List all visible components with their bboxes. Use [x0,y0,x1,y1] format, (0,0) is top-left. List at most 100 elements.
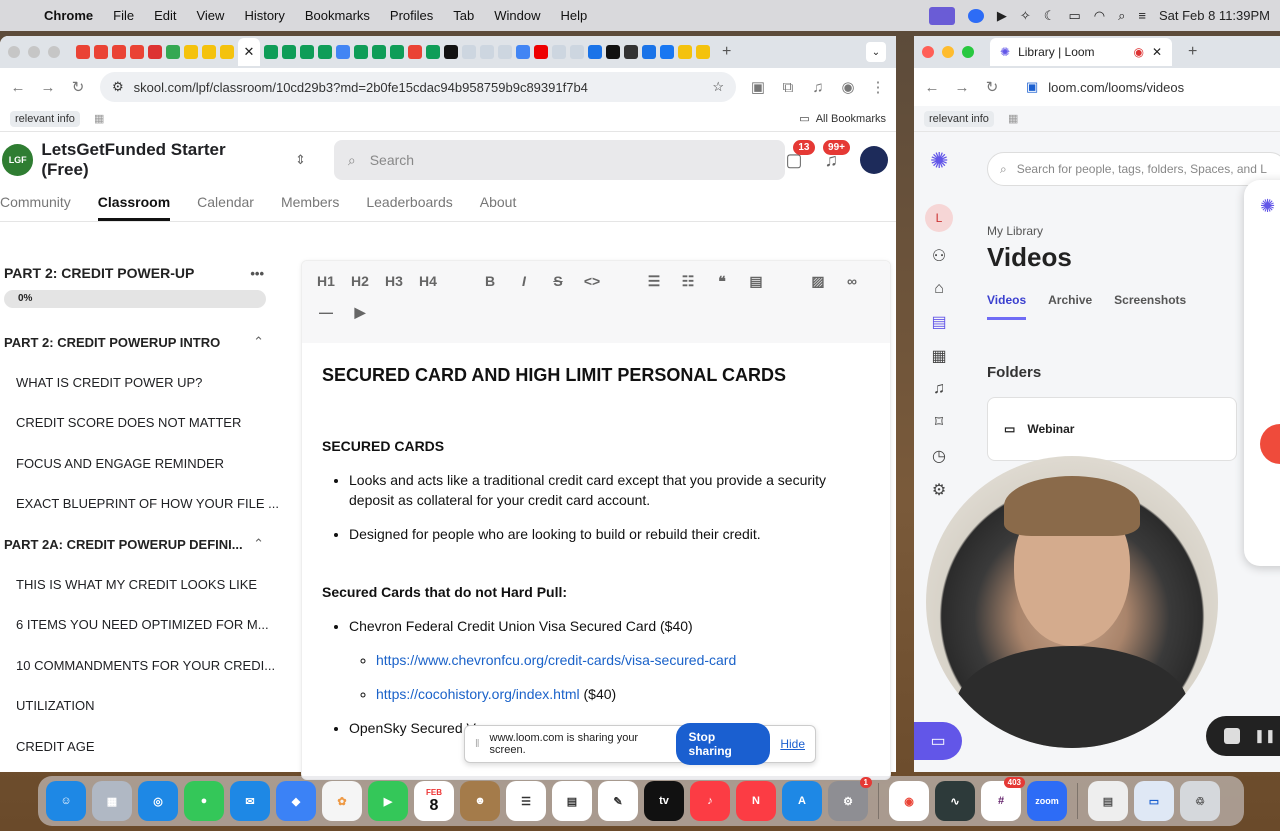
tiktok-tab-icon[interactable] [606,45,620,59]
bell-icon[interactable]: ♫ [930,380,948,398]
tab-classroom[interactable]: Classroom [97,188,171,221]
minimize-window-button[interactable] [942,46,954,58]
reminders-icon[interactable]: ☰ [506,781,546,821]
activity-monitor-icon[interactable]: ∿ [935,781,975,821]
play-circle-icon[interactable]: ▶ [997,8,1007,24]
zoom-menubar-icon[interactable] [967,8,984,23]
workspace-avatar[interactable]: L [925,204,953,232]
wifi-icon[interactable]: ◠ [1094,8,1105,24]
back-arrow-icon[interactable]: ← [10,79,26,96]
apple-tv-icon[interactable]: tv [644,781,684,821]
active-tab-close-icon[interactable]: ✕ [238,38,260,66]
chevron-up-icon[interactable]: ⌃ [253,334,264,350]
link-icon[interactable]: ∞ [842,273,862,290]
menu-app[interactable]: Chrome [44,8,93,23]
lesson-item[interactable]: FOCUS AND ENGAGE REMINDER [0,443,280,484]
mail-icon[interactable]: ✉ [230,781,270,821]
google-tab-icon[interactable] [516,45,530,59]
menu-history[interactable]: History [244,8,284,23]
drive-tab-icon[interactable] [336,45,350,59]
star-tab-icon[interactable] [148,45,162,59]
apps-grid-icon[interactable]: ▦ [1008,112,1018,125]
new-tab-plus-icon[interactable]: + [722,43,731,61]
group-logo[interactable]: LGF [2,144,34,176]
tab-search-chevron-icon[interactable]: ⌄ [866,42,886,62]
slack-icon[interactable]: #403 [981,777,1025,821]
numbered-list-icon[interactable]: ☷ [678,273,698,290]
lesson-item[interactable]: THIS IS WHAT MY CREDIT LOOKS LIKE [0,564,280,605]
lesson-item[interactable]: CREDIT AGE [0,726,280,767]
settings-gear-icon[interactable]: ⚙ [930,480,948,500]
menu-profiles[interactable]: Profiles [390,8,433,23]
sheets-tab-icon[interactable] [318,45,332,59]
chevron-up-icon[interactable]: ⌃ [253,536,264,552]
zoom-window-button[interactable] [962,46,974,58]
facebook-tab-icon[interactable] [660,45,674,59]
library-icon[interactable]: ▤ [930,312,948,332]
quote-icon[interactable]: ❝ [712,273,732,290]
slides-tab-icon[interactable] [202,45,216,59]
battery-icon[interactable]: ▭ [1068,8,1080,24]
freeform-icon[interactable]: ✎ [598,781,638,821]
gmail-tab-icon[interactable] [130,45,144,59]
notes-icon[interactable]: ▤ [552,781,592,821]
slides-tab-icon[interactable] [220,45,234,59]
forward-arrow-icon[interactable]: → [40,79,56,96]
bank-tab-icon[interactable] [642,45,656,59]
tab-leaderboards[interactable]: Leaderboards [366,188,452,221]
home-icon[interactable]: ⌂ [930,280,948,298]
h1-button[interactable]: H1 [316,273,336,290]
news-icon[interactable]: N [736,781,776,821]
bullet-list-icon[interactable]: ☰ [644,273,664,290]
puzzle-extensions-icon[interactable]: ⧉ [780,79,796,96]
calendar-icon[interactable]: FEB 8 [414,781,454,821]
facetime-icon[interactable]: ▶ [368,781,408,821]
clock-datetime[interactable]: Sat Feb 8 11:39PM [1159,8,1270,23]
drag-handle-icon[interactable]: ‖ [475,738,480,750]
stop-recording-icon[interactable] [1224,728,1240,744]
slides-tab-icon[interactable] [696,45,710,59]
launchpad-icon[interactable]: ▦ [92,781,132,821]
pause-icon[interactable]: ❚❚ [1254,728,1276,744]
lesson-item[interactable]: 6 ITEMS YOU NEED OPTIMIZED FOR M... [0,605,280,646]
chrome-icon[interactable]: ◉ [889,781,929,821]
music-icon[interactable]: ♪ [690,781,730,821]
minimize-window-button[interactable] [28,46,40,58]
screen-share-status-icon[interactable] [928,6,955,25]
sheets-tab-icon[interactable] [264,45,278,59]
media-control-icon[interactable]: ♫ [810,79,826,96]
lesson-item[interactable]: CREDIT SCORE DOES NOT MATTER [0,403,280,444]
section-header[interactable]: PART 2A: CREDIT POWERUP DEFINI... ⌃ [0,524,290,564]
extension-icon[interactable]: ▣ [750,78,766,96]
webcam-bubble[interactable] [926,456,1218,748]
section-header[interactable]: PART 2: CREDIT POWERUP INTRO ⌃ [0,322,290,362]
reload-icon[interactable]: ↻ [984,78,1000,96]
bookmark-relevant-info[interactable]: relevant info [10,110,80,127]
more-options-icon[interactable]: ••• [250,266,264,281]
link-cocohistory[interactable]: https://cocohistory.org/index.html [376,686,580,702]
chrome-menu-icon[interactable]: ⋮ [870,78,886,96]
finder-icon[interactable]: ☺ [46,781,86,821]
close-window-button[interactable] [8,46,20,58]
new-tab-plus-icon[interactable]: + [1188,43,1197,61]
folder-card[interactable]: ▭ Webinar [987,397,1237,461]
gmail-tab-icon[interactable] [408,45,422,59]
close-window-button[interactable] [922,46,934,58]
strikethrough-button[interactable]: S [548,273,568,290]
stop-sharing-button[interactable]: Stop sharing [675,723,771,765]
h2-button[interactable]: H2 [350,273,370,290]
menu-tab[interactable]: Tab [453,8,474,23]
page-tab-icon[interactable] [462,45,476,59]
bold-button[interactable]: B [480,273,500,290]
lesson-item[interactable]: 10 COMMANDMENTS FOR YOUR CREDI... [0,645,280,686]
bookmark-relevant-info[interactable]: relevant info [924,110,994,127]
hide-link[interactable]: Hide [780,737,805,751]
menu-window[interactable]: Window [494,8,540,23]
lesson-item[interactable]: UTILIZATION [0,686,280,727]
loom-tab[interactable]: ✺ Library | Loom ◉ ✕ [990,38,1172,66]
apps-grid-icon[interactable]: ▦ [94,112,104,125]
forward-arrow-icon[interactable]: → [954,79,970,96]
back-arrow-icon[interactable]: ← [924,79,940,96]
h3-button[interactable]: H3 [384,273,404,290]
link-chevron-fcu[interactable]: https://www.chevronfcu.org/credit-cards/… [376,652,736,668]
